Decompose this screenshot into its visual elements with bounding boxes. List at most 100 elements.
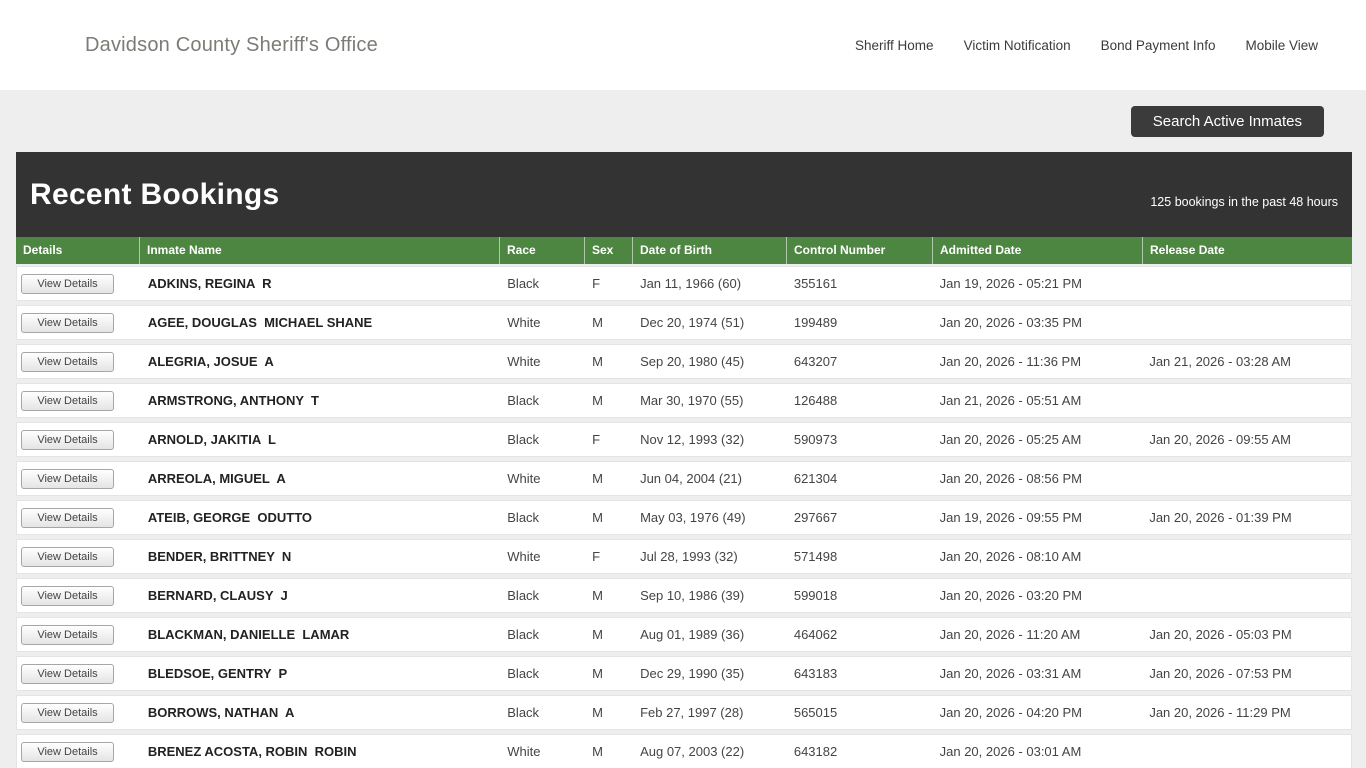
control-number: 643182 (793, 744, 838, 759)
control-number: 297667 (793, 510, 838, 525)
inmate-sex: M (592, 705, 603, 720)
details-cell: View Details (17, 585, 141, 606)
control-number: 199489 (793, 315, 838, 330)
view-details-button[interactable]: View Details (21, 273, 114, 294)
column-header-release-date: Release Date (1150, 243, 1225, 257)
inmate-race: Black (507, 432, 540, 447)
control-number: 621304 (793, 471, 838, 486)
release-date: Jan 20, 2026 - 11:29 PM (1149, 705, 1291, 720)
view-details-button[interactable]: View Details (21, 585, 114, 606)
column-header-admitted-date: Admitted Date (933, 237, 1143, 264)
view-details-button[interactable]: View Details (21, 507, 114, 528)
table-row: View Details BRENEZ ACOSTA, ROBIN ROBIN Wh… (16, 734, 1352, 768)
details-cell: View Details (17, 663, 141, 684)
admitted-date: Jan 20, 2026 - 03:20 PM (939, 588, 1082, 603)
nav-link-mobile-view[interactable]: Mobile View (1245, 38, 1318, 53)
search-active-inmates-button[interactable]: Search Active Inmates (1130, 105, 1324, 137)
admitted-date: Jan 19, 2026 - 09:55 PM (939, 510, 1082, 525)
inmate-name: ARREOLA, MIGUEL A (147, 471, 286, 486)
inmate-dob: Sep 20, 1980 (45) (640, 354, 745, 369)
details-cell: View Details (17, 702, 141, 723)
control-number: 590973 (793, 432, 838, 447)
bookings-header: Recent Bookings 125 bookings in the past… (16, 152, 1352, 237)
inmate-dob: Mar 30, 1970 (55) (640, 393, 744, 408)
table-row: View Details ARREOLA, MIGUEL A White M Jun 0… (16, 461, 1352, 496)
bookings-count: 125 bookings in the past 48 hours (1150, 194, 1338, 209)
inmate-race: Black (507, 588, 540, 603)
bookings-table: Details Inmate Name Race Sex Date of Birth Co… (16, 237, 1352, 768)
release-date: Jan 20, 2026 - 01:39 PM (1149, 510, 1292, 525)
column-header-control-number: Control Number (787, 237, 933, 264)
inmate-name: ALEGRIA, JOSUE A (147, 354, 274, 369)
release-date: Jan 20, 2026 - 05:03 PM (1149, 627, 1292, 642)
inmate-name: BRENEZ ACOSTA, ROBIN ROBIN (147, 744, 357, 759)
control-number: 571498 (793, 549, 838, 564)
admitted-date: Jan 20, 2026 - 03:01 AM (939, 744, 1082, 759)
control-number: 126488 (793, 393, 838, 408)
inmate-race: White (507, 354, 541, 369)
inmate-race: Black (507, 510, 540, 525)
inmate-name: BORROWS, NATHAN A (147, 705, 295, 720)
inmate-name: ATEIB, GEORGE ODUTTO (147, 510, 313, 525)
view-details-button[interactable]: View Details (21, 741, 114, 762)
nav-link-bond-payment-info[interactable]: Bond Payment Info (1101, 38, 1216, 53)
inmate-race: Black (507, 393, 540, 408)
inmate-dob: Aug 07, 2003 (22) (640, 744, 745, 759)
control-number: 355161 (793, 276, 838, 291)
inmate-dob: Aug 01, 1989 (36) (640, 627, 745, 642)
inmate-sex: M (592, 315, 603, 330)
inmate-sex: F (592, 549, 601, 564)
column-header-sex: Sex (585, 237, 633, 264)
inmate-sex: M (592, 627, 603, 642)
admitted-date: Jan 20, 2026 - 03:35 PM (939, 315, 1082, 330)
view-details-button[interactable]: View Details (21, 702, 114, 723)
inmate-name: ARMSTRONG, ANTHONY T (147, 393, 319, 408)
nav-link-victim-notification[interactable]: Victim Notification (964, 38, 1071, 53)
view-details-button[interactable]: View Details (21, 546, 114, 567)
view-details-button[interactable]: View Details (21, 468, 114, 489)
details-cell: View Details (17, 741, 141, 762)
nav-link-sheriff-home[interactable]: Sheriff Home (855, 38, 934, 53)
page-title: Recent Bookings (30, 177, 280, 211)
admitted-date: Jan 20, 2026 - 08:10 AM (939, 549, 1082, 564)
inmate-sex: M (592, 744, 603, 759)
details-cell: View Details (17, 507, 141, 528)
table-row: View Details BERNARD, CLAUSY J Black M Sep 1… (16, 578, 1352, 613)
inmate-sex: M (592, 510, 603, 525)
inmate-name: AGEE, DOUGLAS MICHAEL SHANE (147, 315, 373, 330)
table-row: View Details ALEGRIA, JOSUE A White M Sep 20… (16, 344, 1352, 379)
details-cell: View Details (17, 624, 141, 645)
view-details-button[interactable]: View Details (21, 429, 114, 450)
column-header-details: Details (16, 237, 140, 264)
view-details-button[interactable]: View Details (21, 624, 114, 645)
inmate-race: Black (507, 627, 540, 642)
admitted-date: Jan 20, 2026 - 08:56 PM (939, 471, 1082, 486)
view-details-button[interactable]: View Details (21, 351, 114, 372)
control-number: 464062 (793, 627, 838, 642)
release-date: Jan 20, 2026 - 09:55 AM (1149, 432, 1291, 447)
control-number: 565015 (793, 705, 838, 720)
details-cell: View Details (17, 351, 141, 372)
inmate-dob: Dec 20, 1974 (51) (640, 315, 745, 330)
details-cell: View Details (17, 312, 141, 333)
admitted-date: Jan 21, 2026 - 05:51 AM (939, 393, 1082, 408)
recent-bookings-section: Recent Bookings 125 bookings in the past… (16, 152, 1352, 768)
main-nav: Sheriff Home Victim Notification Bond Paym… (855, 38, 1318, 53)
column-header-inmate-name: Inmate Name (140, 237, 500, 264)
admitted-date: Jan 20, 2026 - 05:25 AM (939, 432, 1082, 447)
admitted-date: Jan 20, 2026 - 03:31 AM (939, 666, 1082, 681)
view-details-button[interactable]: View Details (21, 390, 114, 411)
inmate-dob: Jan 11, 1966 (60) (640, 276, 742, 291)
inmate-dob: Feb 27, 1997 (28) (640, 705, 744, 720)
site-title: Davidson County Sheriff's Office (85, 33, 378, 56)
view-details-button[interactable]: View Details (21, 312, 114, 333)
inmate-dob: Jul 28, 1993 (32) (640, 549, 738, 564)
view-details-button[interactable]: View Details (21, 663, 114, 684)
details-cell: View Details (17, 273, 141, 294)
details-cell: View Details (17, 429, 141, 450)
top-header: Davidson County Sheriff's Office Sheriff… (0, 0, 1366, 90)
inmate-sex: M (592, 393, 603, 408)
admitted-date: Jan 20, 2026 - 11:20 AM (939, 627, 1081, 642)
control-number: 643183 (793, 666, 838, 681)
inmate-race: White (507, 744, 541, 759)
